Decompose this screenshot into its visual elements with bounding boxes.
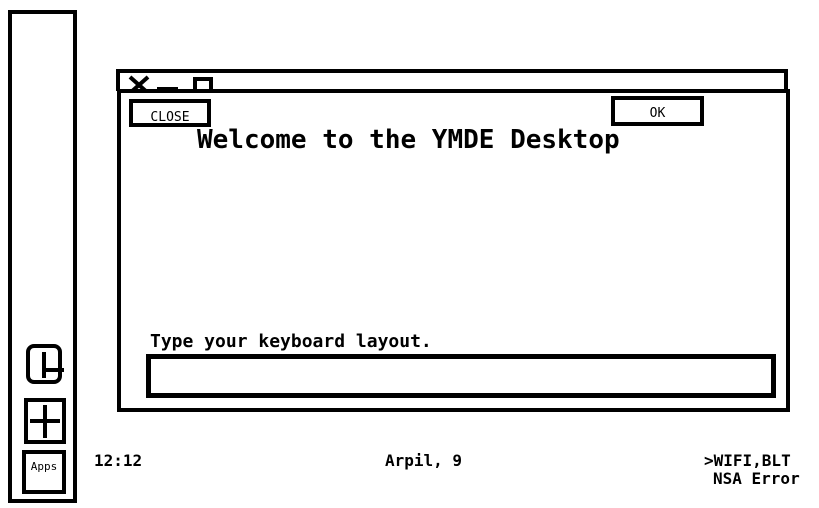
welcome-dialog: CLOSE OK Welcome to the YMDE Desktop Typ… (117, 89, 790, 412)
status-time: 12:12 (94, 451, 143, 470)
ok-button[interactable]: OK (611, 96, 704, 126)
app-dock: Apps (8, 10, 77, 503)
keyboard-layout-label: Type your keyboard layout. (150, 331, 432, 352)
plus-icon[interactable] (24, 398, 66, 444)
window-titlebar[interactable] (116, 69, 788, 95)
close-button[interactable]: CLOSE (129, 99, 211, 127)
clock-icon[interactable] (26, 344, 64, 384)
status-network[interactable]: >WIFI,BLT (704, 451, 791, 470)
status-date: Arpil, 9 (385, 451, 463, 470)
apps-button[interactable]: Apps (22, 450, 66, 494)
status-error: NSA Error (713, 469, 800, 488)
dialog-heading: Welcome to the YMDE Desktop (197, 125, 620, 155)
keyboard-layout-input[interactable] (146, 354, 776, 398)
